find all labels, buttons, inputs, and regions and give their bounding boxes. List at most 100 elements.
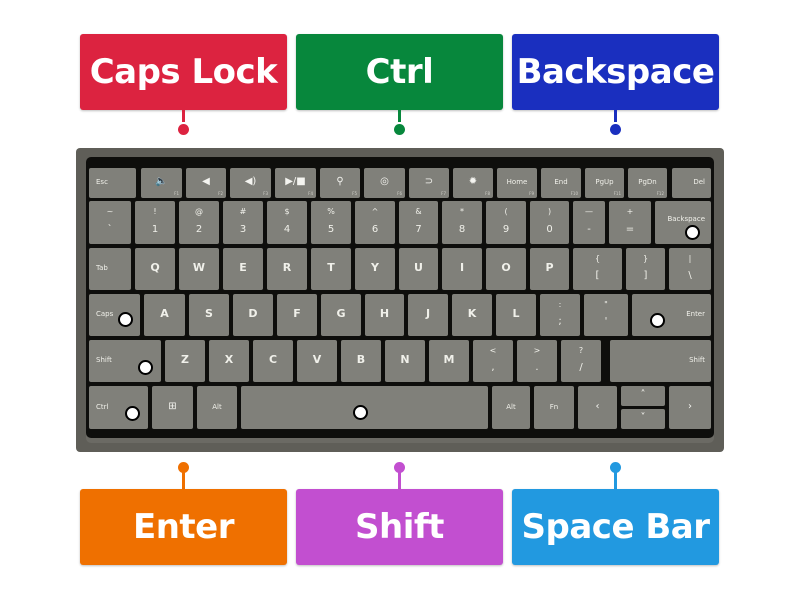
key-alt: Alt xyxy=(197,386,237,429)
key-blank: <, xyxy=(473,340,513,382)
key-shift-char: + xyxy=(626,207,634,216)
hotspot-backspace[interactable] xyxy=(685,225,700,240)
key-char: A xyxy=(160,307,169,320)
key-shift-char: } xyxy=(642,254,649,263)
key-label: Home xyxy=(506,178,528,186)
key-7: & 7 xyxy=(399,201,438,244)
key-char: S xyxy=(205,307,213,320)
hotspot-space-bar[interactable] xyxy=(353,405,368,420)
key-char: X xyxy=(224,353,234,366)
key-base-char: , xyxy=(491,362,495,373)
key-label: Backspace xyxy=(667,215,705,223)
key-del: Del xyxy=(672,168,711,198)
fn-key-label: F8 xyxy=(485,191,490,196)
key-search-icon: ⚲ F5 xyxy=(320,168,360,198)
key-char: Q xyxy=(150,261,160,274)
key-char: Z xyxy=(181,353,189,366)
key-shift-char: " xyxy=(604,300,608,309)
key-char: O xyxy=(501,261,511,274)
key-m: M xyxy=(429,340,469,382)
key-0: ) 0 xyxy=(530,201,569,244)
key-base-char: 6 xyxy=(371,224,379,235)
key-label: Shift xyxy=(689,356,705,364)
key-settings-icon: ✹ F8 xyxy=(453,168,493,198)
key-base-char: [ xyxy=(595,270,600,281)
key-3: #3 xyxy=(223,201,263,244)
hotspot-enter[interactable] xyxy=(650,313,665,328)
key-base-char: 1 xyxy=(151,224,159,235)
key-blank: }] xyxy=(626,248,665,290)
key-r: R xyxy=(267,248,307,290)
key-blank: {[ xyxy=(573,248,622,290)
key-pgup: PgUp F11 xyxy=(585,168,624,198)
key-base-char: . xyxy=(535,362,539,373)
key-shift-char: @ xyxy=(195,207,203,216)
key-mute-icon: 🔈 F1 xyxy=(141,168,182,198)
key-base-char: ` xyxy=(107,224,113,235)
key-l: L xyxy=(496,294,536,336)
key-blank: ‹ xyxy=(578,386,617,429)
key-label: Ctrl xyxy=(96,402,109,411)
hotspot-ctrl[interactable] xyxy=(125,406,140,421)
key-label: PgDn xyxy=(638,178,657,186)
key-2: @2 xyxy=(179,201,219,244)
key-shift-char: : xyxy=(558,300,562,309)
label-pin xyxy=(610,124,621,135)
volume-up-icon: ◀) xyxy=(244,176,257,187)
hotspot-shift[interactable] xyxy=(138,360,153,375)
key-blank: ˄ xyxy=(621,386,665,406)
key-base-char: 2 xyxy=(195,224,203,235)
label-caps-lock[interactable]: Caps Lock xyxy=(80,34,287,110)
label-backspace[interactable]: Backspace xyxy=(512,34,719,110)
key-label: Alt xyxy=(212,402,222,411)
keyboard-keys-area: Esc 🔈 F1 ◀ F2 ◀) F3 ▶/■ F4 ⚲ F5 ◎ F6 ⊃ F7 ✹ F8 Home F9 End F… xyxy=(86,157,714,438)
glyph-left-arrow-icon: ‹ xyxy=(595,400,600,412)
key-shift-char: — xyxy=(585,207,593,216)
search-icon: ⚲ xyxy=(336,176,344,187)
key-8: * 8 xyxy=(442,201,482,244)
key-shift-char: ) xyxy=(547,207,552,216)
label-enter[interactable]: Enter xyxy=(80,489,287,565)
fn-key-label: F11 xyxy=(613,191,621,196)
key-h: H xyxy=(365,294,404,336)
key-tab: Tab xyxy=(89,248,131,290)
key-base-char: 7 xyxy=(415,224,422,235)
fn-key-label: F5 xyxy=(352,191,357,196)
key-blank: | \ xyxy=(669,248,711,290)
key-w: W xyxy=(179,248,219,290)
key-n: N xyxy=(385,340,425,382)
key-char: B xyxy=(356,353,366,366)
key-label: Tab xyxy=(96,264,108,272)
label-space-bar[interactable]: Space Bar xyxy=(512,489,719,565)
label-ctrl[interactable]: Ctrl xyxy=(296,34,503,110)
key-base-char: \ xyxy=(688,270,692,281)
key-home: Home F9 xyxy=(497,168,537,198)
key-shift-char: ? xyxy=(578,346,584,355)
key-char: F xyxy=(293,307,301,320)
key-t: T xyxy=(311,248,351,290)
label-shift[interactable]: Shift xyxy=(296,489,503,565)
key-blank: — - xyxy=(573,201,605,244)
label-connector xyxy=(614,472,617,490)
key-base-char: 0 xyxy=(546,224,553,235)
key-char: J xyxy=(425,307,431,320)
key-label: Enter xyxy=(686,310,705,318)
key-backspace: Backspace xyxy=(655,201,711,244)
key-shift: Shift xyxy=(610,340,711,382)
key-shift-char: % xyxy=(327,207,335,216)
hotspot-caps-lock[interactable] xyxy=(118,312,133,327)
fn-key-label: F9 xyxy=(529,191,534,196)
glyph-up-arrow-icon: ˄ xyxy=(640,389,646,400)
label-connector xyxy=(182,472,185,490)
key-char: M xyxy=(443,353,455,366)
key-base-char: = xyxy=(625,224,635,235)
key-base-char: 5 xyxy=(327,224,335,235)
key-blank: :; xyxy=(540,294,580,336)
key-base-char: / xyxy=(579,362,583,373)
key-z: Z xyxy=(165,340,205,382)
key-base-char: 8 xyxy=(458,224,466,235)
key-q: Q xyxy=(135,248,175,290)
key-blank: ? / xyxy=(561,340,601,382)
volume-down-icon: ◀ xyxy=(202,176,210,187)
key-char: R xyxy=(282,261,292,274)
